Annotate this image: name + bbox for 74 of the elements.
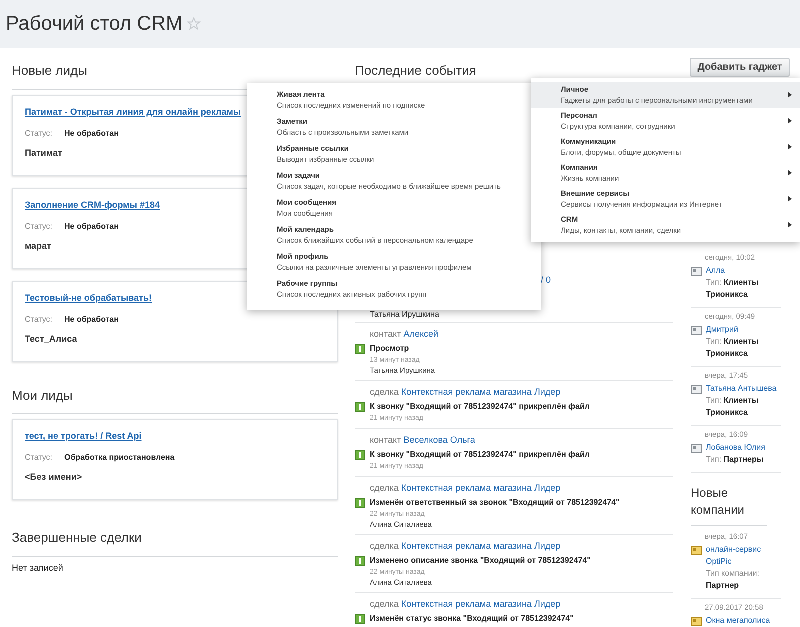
status-value: Не обработан (64, 128, 119, 138)
lead-name: Патимат (25, 146, 62, 158)
event-entity: сделка (370, 598, 399, 608)
status-label: Статус: (25, 452, 53, 463)
lead-link[interactable]: тест, не трогать! / Rest Api (25, 430, 142, 442)
contact-card-icon (691, 267, 702, 276)
event-action: К звонку "Входящий от 78512392474" прикреплён файл (370, 400, 590, 412)
status-label: Статус: (25, 220, 53, 232)
contact-link[interactable]: Лобанова Юлия (706, 442, 766, 454)
lead-link[interactable]: Тестовый-не обрабатывать! (25, 292, 152, 304)
event-action: Изменён статус звонка "Входящий от 78512392474" (370, 612, 574, 624)
event-icon (355, 344, 365, 354)
company-link[interactable]: Окна мегаполиса (706, 615, 770, 627)
contact-link[interactable]: Татьяна Антышева (706, 383, 777, 395)
submenu-arrow-icon (788, 144, 792, 150)
submenu-arrow-icon (788, 118, 792, 124)
event-link[interactable]: Контекстная реклама магазина Лидер (401, 540, 561, 550)
section-heading: Последние события (355, 62, 478, 80)
section-heading: Новые лиды (12, 62, 88, 80)
lead-name: марат (25, 240, 52, 252)
event-action: К звонку "Входящий от 78512392474" прикреплён файл (370, 448, 590, 460)
event-entity: контакт (370, 328, 402, 338)
contact-card-icon (691, 385, 702, 394)
event-entity: сделка (370, 482, 399, 492)
add-gadget-button[interactable]: Добавить гаджет (690, 58, 790, 77)
event-link[interactable]: Контекстная реклама магазина Лидер (401, 386, 561, 396)
status-label: Статус: (25, 314, 53, 324)
contact-link[interactable]: Алла (706, 265, 726, 277)
submenu-arrow-icon (788, 92, 792, 98)
lead-link[interactable]: Патимат - Открытая линия для онлайн рекламы (25, 106, 242, 118)
type-text: Тип компании: Партнер (706, 568, 760, 592)
section-heading: Новые компании (691, 485, 746, 519)
company-icon (691, 546, 702, 555)
event-icon (355, 450, 365, 460)
lead-link[interactable]: Заполнение CRM-формы #184 (25, 198, 160, 210)
event-icon (355, 556, 365, 566)
event-entity: контакт (370, 434, 402, 444)
submenu-arrow-icon (788, 196, 792, 202)
type-text: Тип: Клиенты Трионикса (706, 336, 760, 360)
event-icon (355, 614, 365, 624)
star-icon[interactable] (186, 17, 201, 31)
event-link[interactable]: Контекстная реклама магазина Лидер (401, 482, 561, 492)
event-link[interactable]: Контекстная реклама магазина Лидер (401, 598, 561, 608)
submenu-arrow-icon (788, 170, 792, 176)
contact-link[interactable]: Дмитрий (706, 324, 738, 336)
status-label: Статус: (25, 128, 53, 138)
event-count: / 0 (541, 274, 552, 286)
company-icon (691, 617, 702, 626)
lead-name: <Без имени> (25, 471, 82, 483)
event-entity: сделка (370, 540, 399, 550)
empty-message: Нет записей (12, 562, 64, 574)
status-value: Обработка приостановлена (64, 452, 175, 463)
event-entity: сделка (370, 386, 399, 396)
type-text: Тип: Клиенты Трионикса (706, 395, 760, 419)
event-icon (355, 402, 365, 412)
event-action: Изменён ответственный за звонок "Входящий от 78512392474" (370, 496, 620, 508)
type-text: Тип: Клиенты Трионикса (706, 277, 760, 301)
status-value: Не обработан (64, 220, 119, 232)
company-link[interactable]: онлайн-сервис OptiPic (706, 544, 781, 568)
event-link[interactable]: Алексей (404, 328, 439, 338)
type-text: Тип: Партнеры (706, 454, 764, 466)
page-title: Рабочий стол CRM (6, 12, 183, 37)
submenu-arrow-icon (788, 222, 792, 228)
event-author: Татьяна Ирушкина (370, 310, 440, 320)
event-link[interactable]: Веселкова Ольга (404, 434, 476, 444)
lead-name: Тест_Алиса (25, 332, 78, 344)
section-heading: Завершенные сделки (12, 529, 143, 547)
section-heading: Мои лиды (12, 386, 74, 405)
event-action: Изменено описание звонка "Входящий от 78512392474" (370, 554, 591, 566)
contact-card-icon (691, 444, 702, 453)
event-action: Просмотр (370, 342, 410, 354)
contact-card-icon (691, 326, 702, 335)
event-icon (355, 498, 365, 508)
status-value: Не обработан (64, 314, 119, 324)
